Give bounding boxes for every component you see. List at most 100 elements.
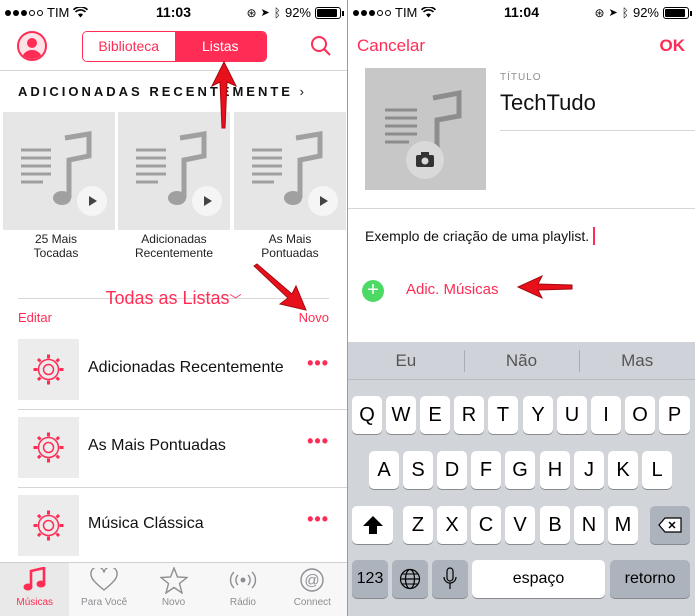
row-divider xyxy=(18,409,347,410)
radio-icon xyxy=(229,571,256,589)
numbers-key[interactable]: 123 xyxy=(352,560,388,598)
playlist-tile[interactable] xyxy=(3,112,115,230)
tab-radio[interactable]: Rádio xyxy=(208,563,277,616)
playlist-thumb xyxy=(18,339,79,400)
keyboard: Eu Não Mas Q W E R T Y U I O P A S D F G… xyxy=(348,342,695,616)
battery-icon xyxy=(315,6,344,19)
playlist-row[interactable]: As Mais Pontuadas ••• xyxy=(0,417,347,495)
music-note-icon xyxy=(23,567,46,591)
more-options-icon[interactable]: ••• xyxy=(307,431,329,452)
tab-novo[interactable]: Novo xyxy=(139,563,208,616)
edit-button[interactable]: Editar xyxy=(18,310,52,325)
cancel-button[interactable]: Cancelar xyxy=(357,36,425,56)
section-divider xyxy=(348,208,695,209)
description-input[interactable]: Exemplo de criação de uma playlist. xyxy=(365,227,596,245)
key-h[interactable]: H xyxy=(540,451,570,489)
location-icon: ➤ xyxy=(260,7,270,19)
key-e[interactable]: E xyxy=(420,396,450,434)
annotation-arrow-icon xyxy=(253,263,307,311)
ok-button[interactable]: OK xyxy=(660,36,686,56)
status-bar: TIM 11:03 ⊛ ➤ ᛒ 92% xyxy=(0,0,347,24)
key-u[interactable]: U xyxy=(557,396,587,434)
key-p[interactable]: P xyxy=(659,396,690,434)
play-icon[interactable] xyxy=(308,186,338,216)
key-w[interactable]: W xyxy=(386,396,416,434)
playlist-thumb xyxy=(18,417,79,478)
library-lists-screen: TIM 11:03 ⊛ ➤ ᛒ 92% Biblioteca Listas AD… xyxy=(0,0,347,616)
library-segmented-control: Biblioteca Listas xyxy=(82,31,267,62)
key-k[interactable]: K xyxy=(608,451,638,489)
segment-biblioteca[interactable]: Biblioteca xyxy=(83,32,175,61)
space-key[interactable]: espaço xyxy=(472,560,605,598)
tab-musicas[interactable]: Músicas xyxy=(0,563,70,616)
play-icon[interactable] xyxy=(77,186,107,216)
key-g[interactable]: G xyxy=(505,451,535,489)
key-l[interactable]: L xyxy=(642,451,672,489)
tab-para-voce[interactable]: Para Você xyxy=(69,563,138,616)
playlist-artwork[interactable] xyxy=(365,68,486,190)
microphone-icon xyxy=(443,567,457,589)
key-x[interactable]: X xyxy=(437,506,467,544)
key-r[interactable]: R xyxy=(454,396,484,434)
at-sign-icon: @ xyxy=(300,568,325,592)
new-playlist-button[interactable]: Novo xyxy=(299,310,329,325)
suggestion-item[interactable]: Não xyxy=(463,342,580,379)
star-icon xyxy=(159,566,188,594)
recently-added-header[interactable]: ADICIONADAS RECENTEMENTE › xyxy=(18,84,307,99)
add-songs-button[interactable]: Adic. Músicas xyxy=(406,281,499,298)
key-b[interactable]: B xyxy=(540,506,570,544)
key-m[interactable]: M xyxy=(608,506,638,544)
rotation-lock-icon: ⊛ xyxy=(246,5,257,20)
playlist-title: Música Clássica xyxy=(88,515,204,532)
key-i[interactable]: I xyxy=(591,396,621,434)
key-o[interactable]: O xyxy=(625,396,655,434)
more-options-icon[interactable]: ••• xyxy=(307,509,329,530)
key-d[interactable]: D xyxy=(437,451,467,489)
suggestion-item[interactable]: Mas xyxy=(579,342,695,379)
title-input[interactable]: TechTudo xyxy=(500,90,596,116)
globe-key[interactable] xyxy=(392,560,428,598)
playlist-tile[interactable] xyxy=(234,112,346,230)
key-a[interactable]: A xyxy=(369,451,399,489)
rotation-lock-icon: ⊛ xyxy=(594,5,605,20)
tab-connect[interactable]: @ Connect xyxy=(278,563,347,616)
tile-caption: As Mais Pontuadas xyxy=(261,232,319,260)
shift-key[interactable] xyxy=(352,506,393,544)
return-key[interactable]: retorno xyxy=(610,560,690,598)
key-t[interactable]: T xyxy=(488,396,518,434)
battery-percent: 92% xyxy=(284,5,311,20)
suggestion-item[interactable]: Eu xyxy=(348,342,464,379)
dictation-key[interactable] xyxy=(432,560,468,598)
header-divider xyxy=(0,70,347,71)
globe-icon xyxy=(399,568,421,590)
heart-icon xyxy=(90,568,118,591)
title-field-label: TÍTULO xyxy=(500,72,542,83)
tile-caption: Adicionadas Recentemente xyxy=(134,232,214,260)
profile-avatar[interactable] xyxy=(17,31,47,61)
search-icon[interactable] xyxy=(310,35,332,57)
more-options-icon[interactable]: ••• xyxy=(307,353,329,374)
predictive-bar: Eu Não Mas xyxy=(348,342,695,380)
key-f[interactable]: F xyxy=(471,451,501,489)
tile-caption: 25 Mais Tocadas xyxy=(33,232,79,260)
key-q[interactable]: Q xyxy=(352,396,382,434)
delete-key[interactable] xyxy=(650,506,690,544)
playlist-title: Adicionadas Recentemente xyxy=(88,359,284,376)
key-n[interactable]: N xyxy=(574,506,604,544)
key-z[interactable]: Z xyxy=(403,506,433,544)
svg-text:@: @ xyxy=(305,572,320,589)
title-underline xyxy=(500,130,695,131)
key-s[interactable]: S xyxy=(403,451,433,489)
key-y[interactable]: Y xyxy=(523,396,553,434)
playlist-row[interactable]: Adicionadas Recentemente ••• xyxy=(0,339,347,417)
add-circle-icon[interactable]: + xyxy=(362,280,384,302)
segment-listas[interactable]: Listas xyxy=(174,32,266,61)
status-bar: TIM 11:04 ⊛ ➤ ᛒ 92% xyxy=(348,0,695,24)
battery-percent: 92% xyxy=(632,5,659,20)
annotation-arrow-icon xyxy=(516,274,573,300)
key-c[interactable]: C xyxy=(471,506,501,544)
camera-icon[interactable] xyxy=(406,141,444,179)
play-icon[interactable] xyxy=(192,186,222,216)
key-j[interactable]: J xyxy=(574,451,604,489)
key-v[interactable]: V xyxy=(505,506,535,544)
